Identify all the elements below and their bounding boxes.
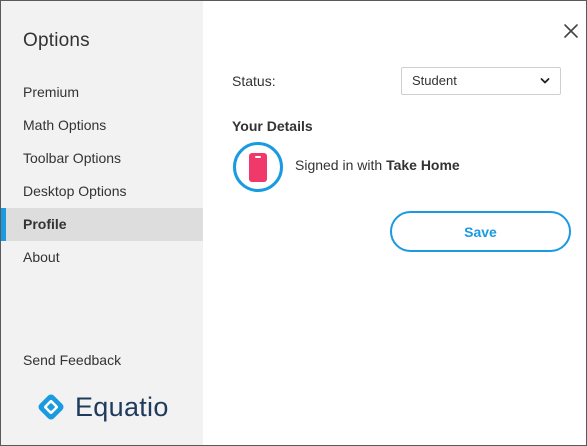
send-feedback-link[interactable]: Send Feedback	[23, 352, 121, 368]
signed-in-prefix: Signed in with	[295, 157, 383, 173]
avatar	[233, 142, 283, 192]
sidebar-item-premium[interactable]: Premium	[1, 76, 203, 109]
equatio-logo-icon	[38, 394, 64, 420]
signed-in-provider: Take Home	[386, 157, 460, 173]
sidebar-item-profile[interactable]: Profile	[1, 208, 203, 241]
equatio-logo: Equatio	[35, 387, 169, 427]
status-select-value: Student	[412, 73, 457, 88]
options-dialog: Options Premium Math Options Toolbar Opt…	[0, 0, 587, 446]
sidebar-item-toolbar-options[interactable]: Toolbar Options	[1, 142, 203, 175]
sidebar-item-math-options[interactable]: Math Options	[1, 109, 203, 142]
chevron-down-icon	[540, 78, 550, 84]
sidebar-title: Options	[23, 30, 90, 51]
save-button[interactable]: Save	[390, 211, 571, 252]
close-icon[interactable]	[561, 21, 581, 41]
your-details-heading: Your Details	[232, 118, 313, 134]
phone-icon	[249, 153, 267, 182]
sidebar-item-desktop-options[interactable]: Desktop Options	[1, 175, 203, 208]
status-select[interactable]: Student	[401, 67, 561, 95]
status-label: Status:	[232, 73, 276, 89]
sidebar-item-about[interactable]: About	[1, 241, 203, 274]
logo-text: Equatio	[75, 391, 169, 422]
sidebar: Options Premium Math Options Toolbar Opt…	[1, 1, 203, 445]
sidebar-nav: Premium Math Options Toolbar Options Des…	[1, 76, 203, 274]
signed-in-text: Signed in with Take Home	[295, 157, 460, 173]
